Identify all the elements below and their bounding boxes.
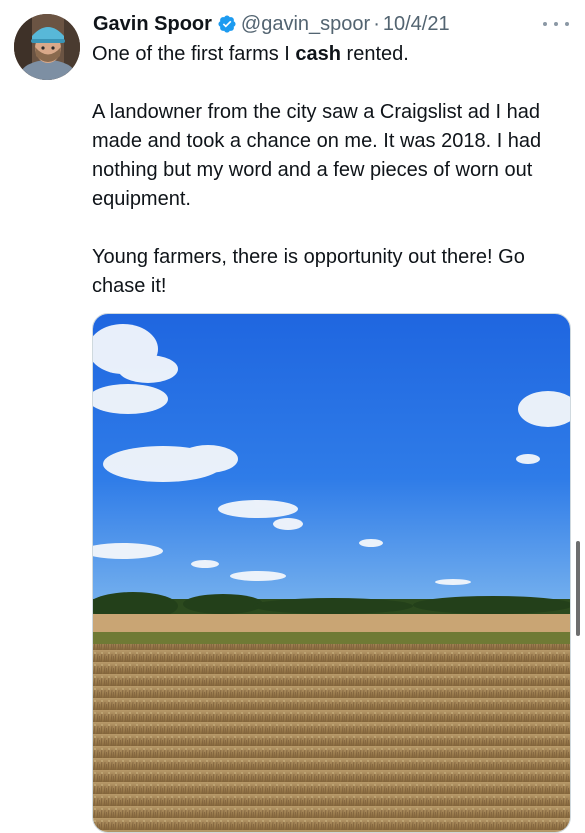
tweet-photo[interactable]	[92, 313, 571, 833]
avatar-photo	[14, 14, 80, 80]
tweet-paragraph-2: A landowner from the city saw a Craigsli…	[92, 101, 542, 210]
author-avatar[interactable]	[14, 14, 80, 80]
farm-field-image	[93, 314, 570, 832]
author-name[interactable]: Gavin Spoor	[93, 13, 212, 36]
scrollbar-thumb[interactable]	[576, 541, 580, 636]
tweet-paragraph-3: Young farmers, there is opportunity out …	[92, 246, 525, 297]
tweet-paragraph-1: One of the first farms I cash rented.	[92, 43, 409, 65]
separator-dot: ·	[373, 12, 380, 35]
verified-badge-icon	[217, 14, 237, 34]
tweet-text: One of the first farms I cash rented. A …	[92, 40, 562, 301]
more-options-icon[interactable]	[543, 16, 569, 32]
author-handle[interactable]: @gavin_spoor	[241, 13, 370, 36]
tweet-date[interactable]: 10/4/21	[383, 13, 450, 36]
tweet-header: Gavin Spoor @gavin_spoor · 10/4/21	[93, 10, 450, 38]
